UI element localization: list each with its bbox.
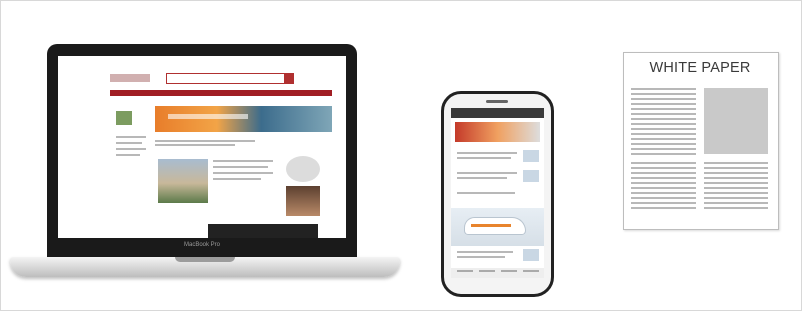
paper-text-line: [631, 88, 696, 90]
paper-text-line: [704, 187, 768, 189]
white-paper-title: WHITE PAPER: [649, 60, 751, 76]
paper-text-line: [631, 93, 696, 95]
text-line: [457, 256, 505, 258]
website-nav-bar: [110, 90, 332, 96]
paper-text-line: [704, 182, 768, 184]
text-line: [155, 144, 235, 146]
paper-text-line: [631, 113, 696, 115]
paper-text-line: [631, 123, 696, 125]
list-thumbnail: [523, 170, 539, 182]
tab-item: [501, 270, 517, 272]
website-photo: [286, 186, 320, 216]
laptop-brand-label: MacBook Pro: [183, 242, 220, 248]
tab-item: [479, 270, 495, 272]
text-line: [213, 160, 273, 162]
text-line: [457, 192, 515, 194]
paper-text-line: [704, 167, 768, 169]
paper-text-line: [704, 202, 768, 204]
website-footer-block: [208, 224, 318, 238]
paper-text-line: [631, 172, 696, 174]
phone-speaker: [486, 100, 508, 103]
paper-text-line: [631, 162, 696, 164]
text-line: [213, 172, 273, 174]
paper-text-line: [631, 138, 696, 140]
list-thumbnail: [523, 249, 539, 261]
website-photo: [158, 159, 208, 203]
text-line: [213, 178, 261, 180]
paper-text-line: [631, 197, 696, 199]
paper-text-line: [704, 162, 768, 164]
paper-text-line: [631, 177, 696, 179]
paper-text-line: [631, 98, 696, 100]
paper-text-line: [704, 207, 768, 209]
website-thumbnail: [116, 111, 132, 125]
text-line: [116, 142, 142, 144]
paper-text-line: [631, 118, 696, 120]
website-banner-text: [168, 114, 248, 119]
paper-text-line: [631, 182, 696, 184]
paper-text-line: [704, 192, 768, 194]
phone-banner: [455, 122, 540, 142]
tab-item: [457, 270, 473, 272]
list-thumbnail: [523, 150, 539, 162]
text-line: [116, 136, 146, 138]
paper-text-line: [631, 143, 696, 145]
text-line: [457, 172, 517, 174]
text-line: [213, 166, 268, 168]
text-line: [116, 148, 146, 150]
paper-text-line: [631, 133, 696, 135]
white-paper-image-block: [704, 88, 768, 154]
text-line: [155, 140, 255, 142]
laptop-screen: [58, 56, 346, 238]
phone-screen: [451, 108, 544, 278]
paper-text-line: [631, 128, 696, 130]
paper-text-line: [631, 153, 696, 155]
text-line: [457, 157, 511, 159]
website-logo: [110, 74, 150, 82]
website-search-bar: [166, 73, 286, 84]
tab-item: [523, 270, 539, 272]
laptop-notch: [175, 257, 235, 262]
text-line: [457, 152, 517, 154]
website-map-icon: [286, 156, 320, 182]
paper-text-line: [704, 177, 768, 179]
paper-text-line: [631, 167, 696, 169]
paper-text-line: [631, 192, 696, 194]
paper-text-line: [631, 108, 696, 110]
paper-text-line: [631, 103, 696, 105]
phone-header-bar: [451, 108, 544, 118]
website-banner: [155, 106, 332, 132]
website-search-button: [284, 73, 294, 84]
paper-text-line: [631, 148, 696, 150]
text-line: [457, 177, 507, 179]
paper-text-line: [631, 187, 696, 189]
paper-text-line: [704, 197, 768, 199]
paper-text-line: [631, 202, 696, 204]
car-stripe: [471, 224, 511, 227]
text-line: [116, 154, 140, 156]
text-line: [457, 251, 513, 253]
paper-text-line: [631, 207, 696, 209]
paper-text-line: [704, 172, 768, 174]
